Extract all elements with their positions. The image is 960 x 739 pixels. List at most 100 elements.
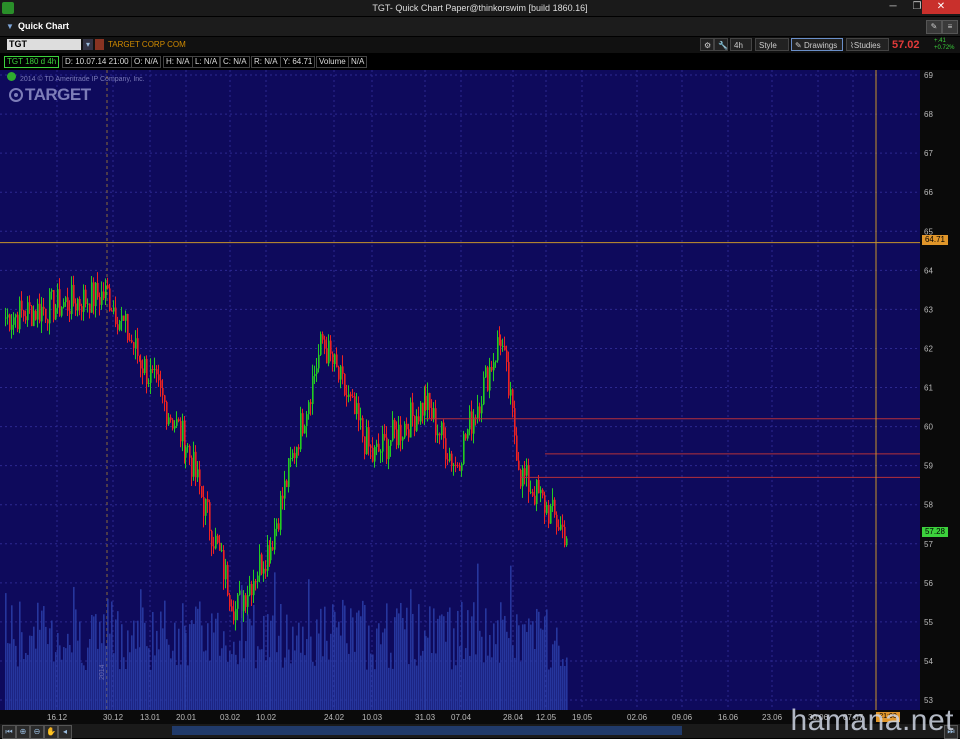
date-tick-label: 07.04 [451, 713, 472, 722]
scroll-left-icon[interactable]: ⏮ [2, 725, 16, 739]
candle-body [510, 389, 512, 396]
candle-body [251, 584, 253, 596]
volume-bar [348, 653, 350, 710]
candle-body [481, 404, 483, 414]
candle-body [328, 340, 330, 364]
volume-bar [217, 612, 219, 710]
volume-bar [552, 644, 554, 710]
candle-body [534, 495, 536, 505]
volume-bar [57, 633, 59, 710]
candle-body [304, 426, 306, 434]
candle-body [318, 354, 320, 369]
candle-body [497, 337, 499, 361]
volume-bar [558, 645, 560, 710]
collapse-caret-icon[interactable]: ▼ [6, 22, 14, 31]
volume-bar [439, 615, 441, 710]
settings-icon[interactable]: ⚙ [700, 38, 714, 51]
volume-bar [245, 641, 247, 710]
volume-bar [316, 619, 318, 710]
volume-bar [300, 652, 302, 710]
chart-canvas[interactable]: 2014 [0, 70, 920, 710]
zoom-out-icon[interactable]: ⊖ [30, 725, 44, 739]
volume-bar [237, 664, 239, 710]
volume-bar [142, 607, 144, 710]
volume-bar [394, 617, 396, 710]
candle-body [278, 523, 280, 530]
volume-bar [166, 639, 168, 710]
volume-bar [566, 657, 568, 710]
candle-body [272, 547, 274, 550]
candle-body [105, 285, 107, 299]
candle-body [71, 284, 73, 315]
volume-bar [156, 630, 158, 710]
candle-body [314, 374, 316, 377]
link-color-icon[interactable] [95, 39, 104, 50]
volume-bar [308, 579, 310, 710]
volume-bar [418, 604, 420, 710]
candle-body [485, 367, 487, 378]
info-range: R: N/A [251, 56, 281, 68]
scrollbar-thumb[interactable] [172, 726, 682, 735]
menu-icon[interactable]: ≡ [942, 20, 958, 34]
volume-bar [346, 643, 348, 710]
volume-bar [366, 669, 368, 710]
candle-body [235, 608, 237, 621]
volume-bar [144, 622, 146, 710]
candle-body [19, 300, 21, 330]
candle-body [209, 502, 211, 532]
volume-bar [43, 606, 45, 710]
candle-body [280, 495, 282, 530]
candle-body [25, 316, 27, 321]
price-axis[interactable]: 69 68 67 66 65 64 63 62 61 60 59 58 57 56 55 54 53 [920, 70, 960, 710]
candle-body [189, 445, 191, 458]
style-button[interactable]: Style [755, 38, 789, 51]
wrench-icon[interactable]: 🔧 [714, 38, 728, 51]
minimize-button[interactable]: ─ [880, 0, 906, 14]
aggregation-button[interactable]: 4h [730, 38, 752, 51]
volume-bar [49, 628, 51, 710]
date-tick-label: 20.01 [176, 713, 197, 722]
zoom-in-icon[interactable]: ⊕ [16, 725, 30, 739]
candle-body [348, 394, 350, 397]
candle-body [99, 297, 101, 305]
volume-bar [398, 613, 400, 710]
studies-button[interactable]: ⌇Studies [846, 38, 889, 51]
candle-body [73, 284, 75, 304]
drawings-button[interactable]: ✎ Drawings [791, 38, 843, 51]
candle-body [400, 424, 402, 441]
date-tick-label: 19.05 [572, 713, 593, 722]
volume-bar [235, 654, 237, 710]
volume-bar [420, 655, 422, 710]
chart-spec[interactable]: TGT 180 d 4h [4, 56, 60, 68]
scroll-back-icon[interactable]: ◂ [58, 725, 72, 739]
volume-bar [176, 665, 178, 710]
volume-bar [257, 646, 259, 710]
volume-bar [95, 614, 97, 710]
candle-body [512, 389, 514, 409]
symbol-dropdown-icon[interactable]: ▾ [83, 39, 93, 50]
candle-body [451, 453, 453, 467]
time-axis[interactable]: 16.12 30.12 13.01 20.01 03.02 10.02 24.02 10.03… [0, 710, 920, 724]
candle-body [300, 413, 302, 450]
price-chart[interactable]: 2014 [0, 70, 920, 710]
candle-body [81, 306, 83, 312]
candle-body [119, 320, 121, 330]
pin-icon[interactable]: ✎ [926, 20, 942, 34]
volume-bar [73, 586, 75, 710]
pan-hand-icon[interactable]: ✋ [44, 725, 58, 739]
volume-bar [292, 626, 294, 710]
volume-bar [39, 629, 41, 710]
symbol-input[interactable]: TGT [7, 39, 81, 50]
volume-bar [17, 666, 19, 710]
volume-bar [19, 601, 21, 710]
volume-bar [185, 632, 187, 710]
price-tick-label: 60 [924, 423, 933, 432]
candle-body [97, 283, 99, 298]
candle-body [67, 297, 69, 311]
candle-body [493, 362, 495, 371]
volume-bar [241, 585, 243, 710]
volume-bar [107, 598, 109, 710]
candle-body [412, 402, 414, 417]
close-button[interactable]: ✕ [922, 0, 960, 14]
volume-bar [158, 649, 160, 710]
